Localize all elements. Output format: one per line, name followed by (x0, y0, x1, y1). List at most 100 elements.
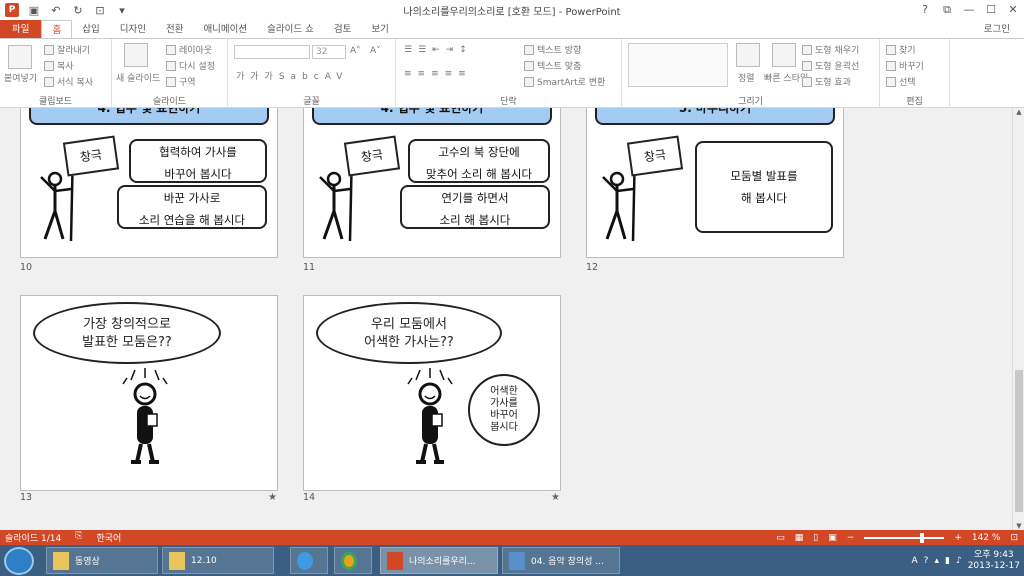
taskbar-item-document[interactable]: 04. 음악 창의성 ... (502, 547, 620, 574)
taskbar-item-folder[interactable]: 동영상 (46, 547, 158, 574)
help-button[interactable]: ? (914, 0, 936, 20)
scrollbar-thumb[interactable] (1015, 370, 1023, 512)
select-button[interactable]: 선택 (886, 75, 916, 88)
align-text-icon (524, 60, 534, 71)
taskbar-item-chrome[interactable] (334, 547, 372, 574)
slide-thumbnail-11[interactable]: 4. 협주 및 표현하기 창극 고수의 북 장단에 맞추어 소리 해 봅시다 연… (303, 108, 561, 258)
instruction-box: 바꾼 가사로 소리 연습을 해 봅시다 (117, 185, 267, 229)
zoom-slider-knob[interactable] (920, 532, 925, 543)
maximize-button[interactable]: ☐ (980, 0, 1002, 20)
spellcheck-icon[interactable]: ⎘ (75, 531, 82, 544)
zoom-level[interactable]: 142 % (972, 533, 1001, 543)
align-buttons[interactable]: ≡≡≡≡≡ (404, 69, 472, 79)
clock[interactable]: 오후 9:43 2013-12-17 (968, 550, 1020, 572)
window-controls: ? ⧉ — ☐ ✕ (914, 0, 1024, 20)
start-button[interactable] (4, 546, 34, 575)
ime-icon[interactable]: A (912, 556, 918, 566)
reset-icon (166, 60, 176, 71)
powerpoint-app-icon[interactable]: P (5, 3, 19, 17)
reading-view-icon[interactable]: ▯ (813, 533, 818, 543)
zoom-in-icon[interactable]: + (954, 533, 962, 543)
zoom-slider[interactable] (864, 532, 945, 543)
redo-icon[interactable]: ↻ (71, 4, 85, 17)
slide-sorter-area[interactable]: 4. 협주 및 표현하기 창극 협력하여 가사를 바꾸어 봅시다 바꾼 가사로 … (0, 108, 1012, 530)
format-painter-button[interactable]: 서식 복사 (44, 75, 93, 88)
customize-qat-chevron-icon[interactable]: ▾ (115, 4, 129, 17)
close-button[interactable]: ✕ (1002, 0, 1024, 20)
font-size-field[interactable]: 32 (312, 45, 346, 59)
taskbar-item-ie[interactable] (290, 547, 328, 574)
undo-icon[interactable]: ↶ (49, 4, 63, 17)
new-slide-button[interactable]: 새 슬라이드 (116, 71, 160, 84)
section-button[interactable]: 구역 (166, 75, 196, 88)
save-icon[interactable]: ▣ (27, 4, 41, 17)
slideshow-view-icon[interactable]: ▣ (828, 533, 837, 543)
animation-star-icon[interactable]: ★ (551, 492, 560, 503)
smartart-button[interactable]: SmartArt로 변환 (524, 75, 605, 88)
grow-font-icon[interactable]: A˄ (350, 46, 361, 56)
login-link[interactable]: 로그인 (984, 20, 1010, 39)
reset-button[interactable]: 다시 설정 (166, 59, 215, 72)
font-format-buttons[interactable]: 가가가SabcAV (236, 69, 348, 82)
shape-fill-button[interactable]: 도형 채우기 (802, 43, 859, 56)
taskbar-item-powerpoint[interactable]: 나의소리를우리... (380, 547, 498, 574)
shape-outline-button[interactable]: 도형 윤곽선 (802, 59, 859, 72)
tab-slideshow[interactable]: 슬라이드 쇼 (257, 20, 324, 39)
text-line: 봅시다 (490, 422, 518, 433)
tab-view[interactable]: 보기 (361, 20, 398, 39)
arrange-button[interactable]: 정렬 (738, 71, 755, 84)
find-button[interactable]: 찾기 (886, 43, 916, 56)
tab-design[interactable]: 디자인 (110, 20, 156, 39)
slide-thumbnail-14[interactable]: 우리 모둠에서 어색한 가사는?? 어색한 가사를 바꾸어 봅시다 (303, 295, 561, 491)
font-name-field[interactable] (234, 45, 310, 59)
normal-view-icon[interactable]: ▭ (776, 533, 785, 543)
zoom-out-icon[interactable]: − (847, 533, 855, 543)
tab-file[interactable]: 파일 (0, 20, 42, 39)
font-group-label: 글꼴 (303, 97, 320, 107)
flag-label: 창극 (626, 135, 684, 177)
start-slideshow-icon[interactable]: ⊡ (93, 4, 107, 17)
fit-to-window-icon[interactable]: ⊡ (1010, 533, 1018, 543)
quick-styles-icon[interactable] (772, 43, 796, 67)
network-icon[interactable]: ▮ (945, 556, 950, 566)
shrink-font-icon[interactable]: A˅ (370, 46, 381, 56)
list-buttons[interactable]: ☰☰⇤⇥↕ (404, 45, 473, 55)
tab-review[interactable]: 검토 (324, 20, 361, 39)
paste-icon[interactable] (8, 45, 32, 69)
taskbar-item-folder[interactable]: 12.10 (162, 547, 274, 574)
tab-home[interactable]: 홈 (41, 20, 73, 39)
slide-thumbnail-12[interactable]: 5. 마무리하기 창극 모둠별 발표를 해 봅시다 (586, 108, 844, 258)
format-painter-label: 서식 복사 (57, 78, 93, 88)
ribbon-display-options-button[interactable]: ⧉ (936, 0, 958, 20)
shape-effects-button[interactable]: 도형 효과 (802, 75, 851, 88)
replace-button[interactable]: 바꾸기 (886, 59, 924, 72)
text-line: 가사를 (490, 398, 518, 409)
minimize-button[interactable]: — (958, 0, 980, 20)
slide-counter[interactable]: 슬라이드 1/14 (5, 531, 61, 544)
animation-star-icon[interactable]: ★ (268, 492, 277, 503)
tab-insert[interactable]: 삽입 (72, 20, 109, 39)
align-text-button[interactable]: 텍스트 맞춤 (524, 59, 581, 72)
paste-button[interactable]: 붙여넣기 (4, 71, 37, 84)
scroll-down-icon[interactable]: ▼ (1013, 522, 1024, 530)
text-direction-icon (524, 44, 534, 55)
arrange-icon[interactable] (736, 43, 760, 67)
scroll-up-icon[interactable]: ▲ (1013, 108, 1024, 116)
vertical-scrollbar[interactable]: ▲ ▼ (1012, 108, 1024, 530)
text-direction-button[interactable]: 텍스트 방향 (524, 43, 581, 56)
help-icon[interactable]: ? (924, 556, 929, 566)
volume-icon[interactable]: ♪ (956, 556, 962, 566)
slide-thumbnail-10[interactable]: 4. 협주 및 표현하기 창극 협력하여 가사를 바꾸어 봅시다 바꾼 가사로 … (20, 108, 278, 258)
layout-button[interactable]: 레이아웃 (166, 43, 212, 56)
slide-sorter-view-icon[interactable]: ▦ (795, 533, 804, 543)
new-slide-icon[interactable] (124, 43, 148, 67)
cut-button[interactable]: 잘라내기 (44, 43, 90, 56)
language-indicator[interactable]: 한국어 (96, 531, 121, 544)
tab-animations[interactable]: 애니메이션 (193, 20, 257, 39)
copy-button[interactable]: 복사 (44, 59, 74, 72)
show-hidden-icons-icon[interactable]: ▴ (934, 556, 939, 566)
fill-icon (802, 44, 812, 55)
tab-transitions[interactable]: 전환 (156, 20, 193, 39)
shapes-gallery[interactable] (628, 43, 728, 87)
slide-thumbnail-13[interactable]: 가장 창의적으로 발표한 모둠은?? (20, 295, 278, 491)
